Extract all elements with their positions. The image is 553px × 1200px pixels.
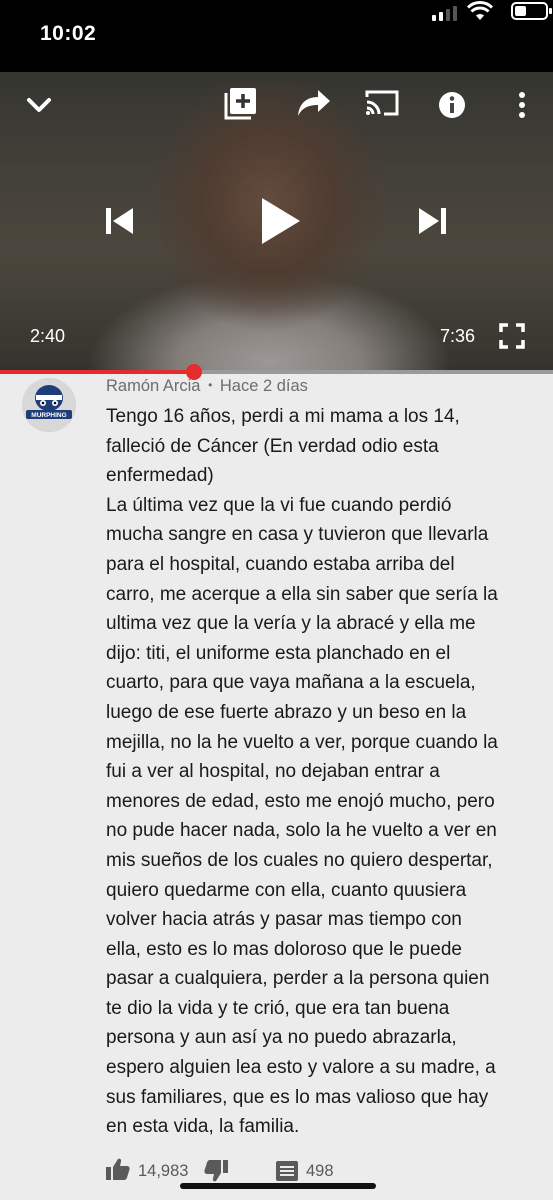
meta-separator: •	[208, 378, 213, 392]
more-options-icon[interactable]	[515, 90, 529, 120]
battery-icon	[511, 2, 552, 20]
elapsed-time: 2:40	[30, 326, 66, 346]
cast-icon[interactable]	[364, 88, 400, 118]
info-icon[interactable]	[438, 91, 466, 119]
channel-logo-icon: MURPHING	[22, 378, 76, 432]
status-time: 10:02	[40, 22, 97, 45]
share-icon[interactable]	[296, 88, 332, 118]
video-progress-bar[interactable]	[0, 364, 553, 380]
comment-timestamp[interactable]: Hace 2 días	[220, 377, 308, 395]
like-count: 14,983	[138, 1162, 189, 1180]
previous-icon[interactable]	[104, 205, 136, 237]
fullscreen-icon[interactable]	[499, 323, 525, 349]
avatar-label: MURPHING	[31, 412, 66, 419]
reply-icon[interactable]	[276, 1161, 298, 1181]
avatar[interactable]: MURPHING	[22, 378, 76, 432]
progress-played	[0, 370, 195, 374]
duration-time: 7:36	[440, 326, 476, 346]
wifi-icon	[467, 1, 493, 20]
minimize-chevron-icon[interactable]	[24, 90, 54, 120]
home-indicator[interactable]	[180, 1183, 376, 1189]
comment-meta: Ramón Arcia • Hace 2 días	[106, 377, 308, 396]
add-to-playlist-icon[interactable]	[224, 86, 258, 120]
status-bar: 10:02	[0, 0, 553, 72]
comment-author[interactable]: Ramón Arcia	[106, 377, 200, 395]
reply-count: 498	[306, 1162, 334, 1180]
play-icon[interactable]	[258, 196, 302, 246]
dislike-icon[interactable]	[204, 1160, 228, 1182]
comment-body: Tengo 16 años, perdi a mi mama a los 14,…	[106, 406, 498, 1138]
cellular-signal-icon	[432, 5, 458, 21]
video-player[interactable]: 2:40 7:36	[0, 72, 553, 372]
next-icon[interactable]	[416, 205, 448, 237]
like-icon[interactable]	[106, 1158, 130, 1180]
